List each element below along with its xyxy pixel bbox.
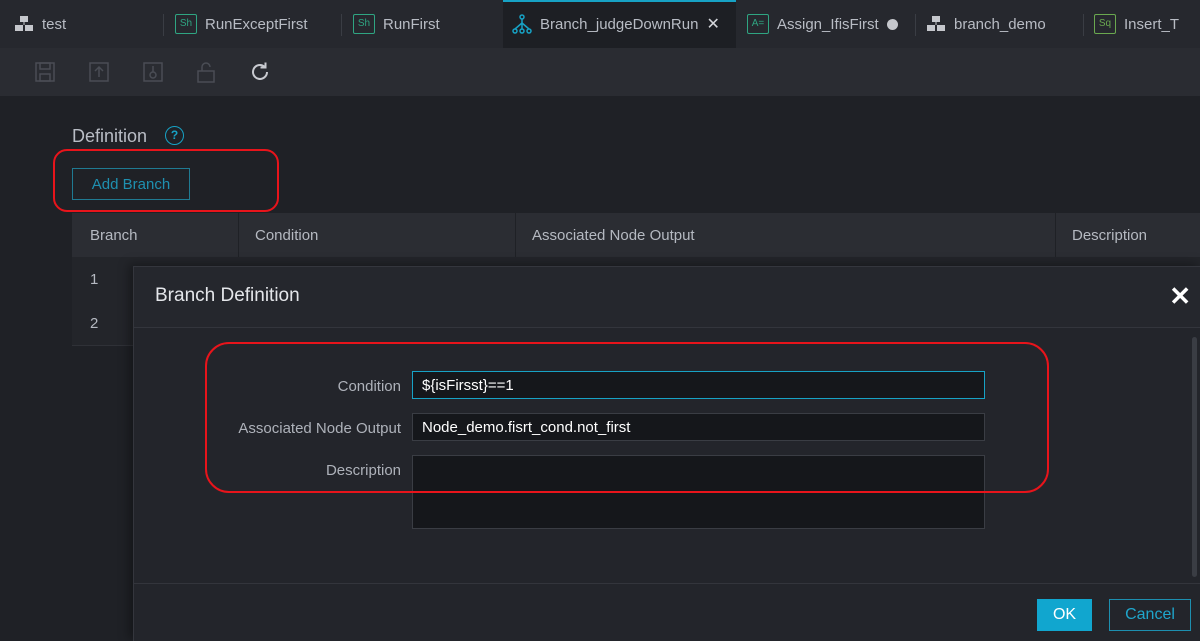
shell-icon: Sh <box>353 14 375 34</box>
dialog-title: Branch Definition <box>155 285 300 306</box>
publish-icon[interactable] <box>141 60 165 84</box>
tab-runfirst[interactable]: Sh RunFirst <box>353 0 440 48</box>
dialog-footer-divider <box>134 583 1200 584</box>
ok-button[interactable]: OK <box>1037 599 1092 631</box>
column-header-branch: Branch <box>90 227 138 244</box>
tab-bar: test Sh RunExceptFirst Sh RunFirst Branc… <box>0 0 1200 48</box>
branch-icon <box>512 14 532 34</box>
tab-label: RunFirst <box>383 15 440 33</box>
unsaved-dot-icon <box>886 18 898 30</box>
sql-icon: Sq <box>1094 14 1116 34</box>
column-header-node-output: Associated Node Output <box>532 227 695 244</box>
tab-divider <box>341 14 342 36</box>
tab-divider <box>163 14 164 36</box>
shell-icon: Sh <box>175 14 197 34</box>
tab-label: Branch_judgeDownRun <box>540 15 699 33</box>
assign-icon: A= <box>747 14 769 34</box>
close-icon[interactable]: ✕ <box>1169 282 1191 310</box>
dialog-scrollbar[interactable] <box>1192 337 1197 577</box>
submit-icon[interactable] <box>87 60 111 84</box>
column-header-condition: Condition <box>255 227 319 244</box>
tab-runexceptfirst[interactable]: Sh RunExceptFirst <box>175 0 308 48</box>
column-header-description: Description <box>1072 227 1148 244</box>
tab-label: test <box>42 15 67 33</box>
tab-branch-judgedownrun[interactable]: Branch_judgeDownRun ✕ <box>503 0 736 48</box>
flow-icon <box>926 15 946 33</box>
tab-label: branch_demo <box>954 15 1046 33</box>
close-tab-icon[interactable]: ✕ <box>706 14 719 34</box>
help-icon[interactable]: ? <box>165 126 184 145</box>
tab-label: RunExceptFirst <box>205 15 308 33</box>
tab-divider <box>915 14 916 36</box>
refresh-icon[interactable] <box>248 60 272 84</box>
tab-insert-t[interactable]: Sq Insert_T <box>1094 0 1179 48</box>
cancel-button[interactable]: Cancel <box>1109 599 1191 631</box>
tab-branch-demo[interactable]: branch_demo <box>926 0 1046 48</box>
branch-number: 1 <box>90 271 99 288</box>
tab-test[interactable]: test <box>14 0 66 48</box>
flow-icon <box>14 15 34 33</box>
toolbar <box>0 48 1200 96</box>
tab-divider <box>1083 14 1084 36</box>
lock-icon[interactable] <box>194 60 218 84</box>
save-icon[interactable] <box>33 60 57 84</box>
highlight-box <box>53 149 279 212</box>
tab-assign-ifisfirst[interactable]: A= Assign_IfisFirst <box>747 0 898 48</box>
tab-label: Insert_T <box>1124 15 1180 33</box>
definition-title: Definition <box>72 126 148 146</box>
highlight-box <box>205 342 1049 493</box>
tab-label: Assign_IfisFirst <box>777 15 879 33</box>
dialog-header: Branch Definition ✕ <box>134 267 1200 328</box>
branch-number: 2 <box>90 315 99 332</box>
table-header: Branch Condition Associated Node Output … <box>72 213 1200 257</box>
